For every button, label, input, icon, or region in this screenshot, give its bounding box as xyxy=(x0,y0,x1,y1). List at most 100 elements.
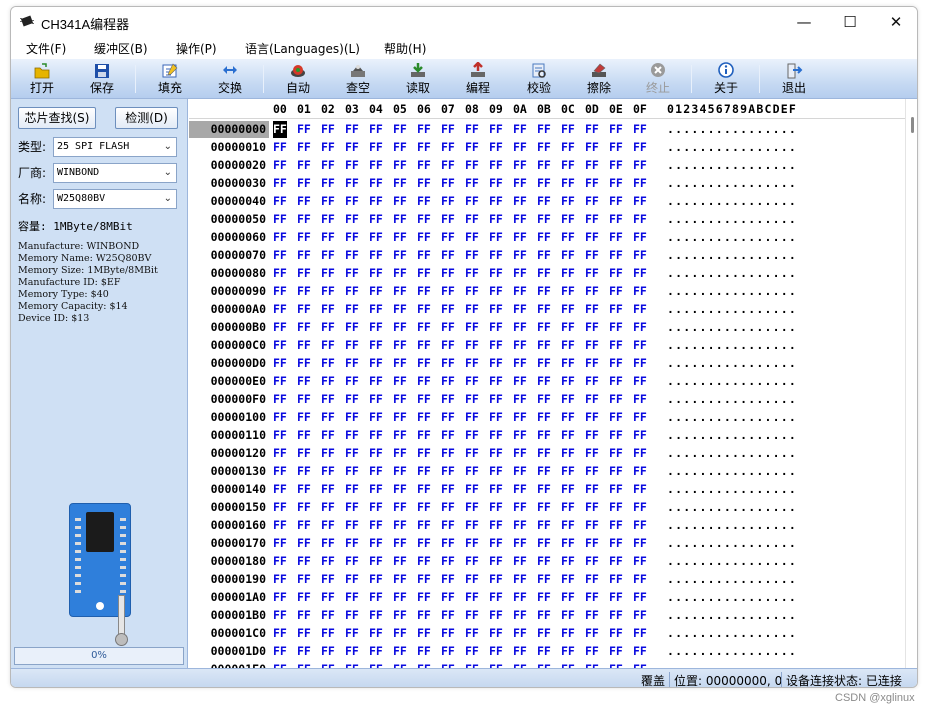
hex-byte[interactable]: FF xyxy=(297,571,311,588)
hex-byte[interactable]: FF xyxy=(393,175,407,192)
hex-byte[interactable]: FF xyxy=(297,319,311,336)
hex-byte[interactable]: FF xyxy=(537,193,551,210)
ascii-column[interactable]: ................ xyxy=(667,499,797,516)
hex-byte[interactable]: FF xyxy=(585,139,599,156)
hex-byte[interactable]: FF xyxy=(441,571,455,588)
ascii-column[interactable]: ................ xyxy=(667,445,797,462)
hex-byte[interactable]: FF xyxy=(633,517,647,534)
hex-byte[interactable]: FF xyxy=(273,247,287,264)
ascii-column[interactable]: ................ xyxy=(667,301,797,318)
hex-byte[interactable]: FF xyxy=(609,301,623,318)
hex-byte[interactable]: FF xyxy=(465,607,479,624)
hex-byte[interactable]: FF xyxy=(417,229,431,246)
hex-byte[interactable]: FF xyxy=(585,247,599,264)
ascii-column[interactable]: ................ xyxy=(667,607,797,624)
hex-byte[interactable]: FF xyxy=(417,445,431,462)
hex-byte[interactable]: FF xyxy=(489,661,503,668)
chip-search-button[interactable]: 芯片查找(S) xyxy=(18,107,96,129)
hex-byte[interactable]: FF xyxy=(345,427,359,444)
hex-byte[interactable]: FF xyxy=(393,481,407,498)
hex-byte[interactable]: FF xyxy=(417,247,431,264)
hex-byte[interactable]: FF xyxy=(441,625,455,642)
hex-byte[interactable]: FF xyxy=(417,337,431,354)
hex-byte[interactable]: FF xyxy=(609,643,623,660)
detect-button[interactable]: 检测(D) xyxy=(115,107,178,129)
hex-byte[interactable]: FF xyxy=(417,301,431,318)
hex-byte[interactable]: FF xyxy=(561,499,575,516)
hex-byte[interactable]: FF xyxy=(489,157,503,174)
hex-byte[interactable]: FF xyxy=(561,427,575,444)
hex-byte[interactable]: FF xyxy=(393,571,407,588)
menu-help[interactable]: 帮助(H) xyxy=(384,40,426,57)
hex-byte[interactable]: FF xyxy=(297,355,311,372)
hex-byte[interactable]: FF xyxy=(273,481,287,498)
hex-byte[interactable]: FF xyxy=(297,553,311,570)
hex-byte[interactable]: FF xyxy=(297,247,311,264)
hex-byte[interactable]: FF xyxy=(273,427,287,444)
hex-byte[interactable]: FF xyxy=(489,553,503,570)
hex-byte[interactable]: FF xyxy=(561,355,575,372)
hex-byte[interactable]: FF xyxy=(561,643,575,660)
hex-byte[interactable]: FF xyxy=(537,175,551,192)
ascii-column[interactable]: ................ xyxy=(667,211,797,228)
hex-byte[interactable]: FF xyxy=(633,409,647,426)
hex-byte[interactable]: FF xyxy=(369,337,383,354)
hex-byte[interactable]: FF xyxy=(489,355,503,372)
hex-byte[interactable]: FF xyxy=(513,427,527,444)
hex-byte[interactable]: FF xyxy=(489,409,503,426)
hex-byte[interactable]: FF xyxy=(489,391,503,408)
hex-byte[interactable]: FF xyxy=(345,409,359,426)
menu-language[interactable]: 语言(Languages)(L) xyxy=(245,40,360,57)
hex-byte[interactable]: FF xyxy=(297,373,311,390)
hex-byte[interactable]: FF xyxy=(561,481,575,498)
hex-byte[interactable]: FF xyxy=(393,499,407,516)
hex-byte[interactable]: FF xyxy=(633,481,647,498)
hex-byte[interactable]: FF xyxy=(585,571,599,588)
hex-byte[interactable]: FF xyxy=(561,247,575,264)
hex-byte[interactable]: FF xyxy=(537,553,551,570)
hex-byte[interactable]: FF xyxy=(513,337,527,354)
hex-byte[interactable]: FF xyxy=(633,265,647,282)
hex-byte[interactable]: FF xyxy=(321,391,335,408)
hex-byte[interactable]: FF xyxy=(537,409,551,426)
hex-byte[interactable]: FF xyxy=(633,463,647,480)
hex-byte[interactable]: FF xyxy=(537,247,551,264)
hex-byte[interactable]: FF xyxy=(297,337,311,354)
hex-byte[interactable]: FF xyxy=(537,535,551,552)
hex-byte[interactable]: FF xyxy=(513,193,527,210)
hex-byte[interactable]: FF xyxy=(345,193,359,210)
ascii-column[interactable]: ................ xyxy=(667,643,797,660)
hex-byte[interactable]: FF xyxy=(273,463,287,480)
hex-byte[interactable]: FF xyxy=(561,661,575,668)
hex-byte[interactable]: FF xyxy=(369,625,383,642)
hex-byte[interactable]: FF xyxy=(417,481,431,498)
hex-byte[interactable]: FF xyxy=(441,355,455,372)
hex-editor[interactable]: 0123456789ABCDEF 00 01 02 03 04 05 06 07 08 09 0A 0… xyxy=(189,99,905,668)
hex-byte[interactable]: FF xyxy=(297,211,311,228)
hex-byte[interactable]: FF xyxy=(537,517,551,534)
ascii-column[interactable]: ................ xyxy=(667,319,797,336)
hex-byte[interactable]: FF xyxy=(321,481,335,498)
hex-byte[interactable]: FF xyxy=(321,301,335,318)
hex-byte[interactable]: FF xyxy=(489,571,503,588)
hex-byte[interactable]: FF xyxy=(537,661,551,668)
hex-byte[interactable]: FF xyxy=(297,517,311,534)
hex-byte[interactable]: FF xyxy=(345,463,359,480)
hex-byte[interactable]: FF xyxy=(465,427,479,444)
ascii-column[interactable]: ................ xyxy=(667,409,797,426)
hex-byte[interactable]: FF xyxy=(345,625,359,642)
hex-byte[interactable]: FF xyxy=(465,121,479,138)
hex-byte[interactable]: FF xyxy=(633,139,647,156)
hex-byte[interactable]: FF xyxy=(441,589,455,606)
ascii-column[interactable]: ................ xyxy=(667,589,797,606)
hex-byte[interactable]: FF xyxy=(393,301,407,318)
hex-byte[interactable]: FF xyxy=(513,661,527,668)
hex-byte[interactable]: FF xyxy=(321,337,335,354)
hex-byte[interactable]: FF xyxy=(417,265,431,282)
hex-byte[interactable]: FF xyxy=(393,157,407,174)
toolbar-button-open-folder[interactable]: 打开 xyxy=(17,61,67,97)
hex-byte[interactable]: FF xyxy=(417,373,431,390)
hex-byte[interactable]: FF xyxy=(585,427,599,444)
hex-byte[interactable]: FF xyxy=(321,121,335,138)
hex-byte[interactable]: FF xyxy=(465,301,479,318)
